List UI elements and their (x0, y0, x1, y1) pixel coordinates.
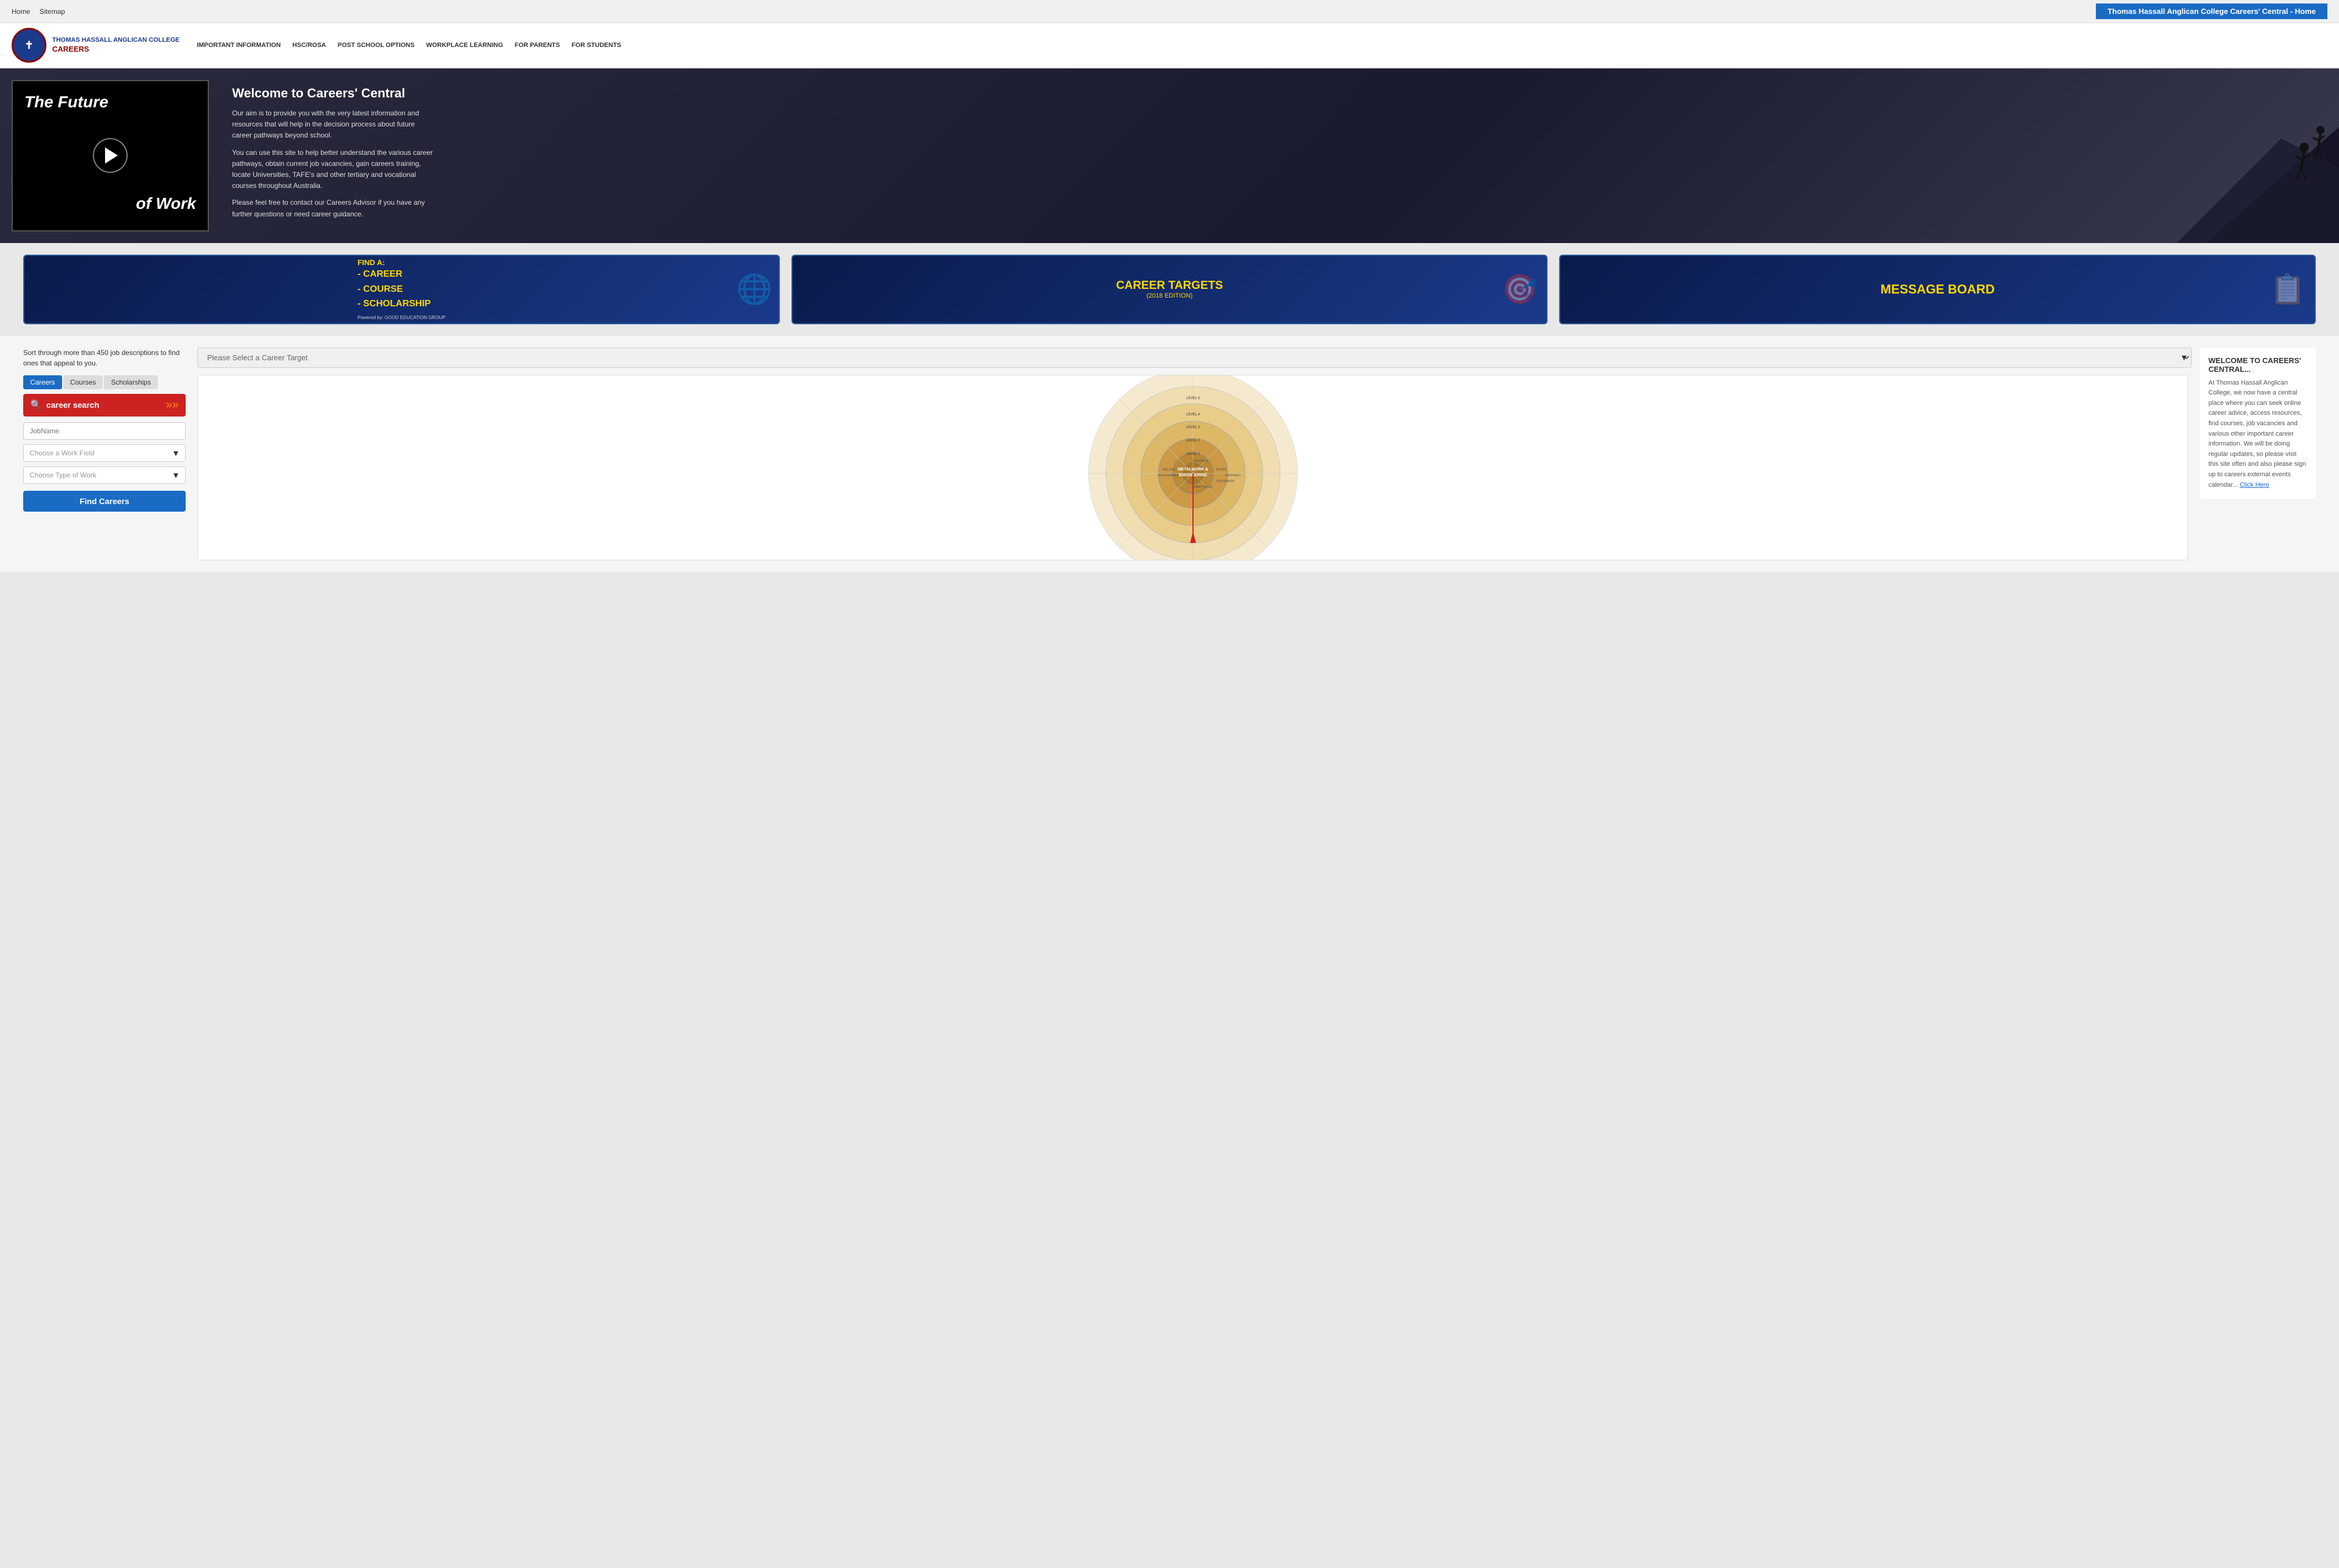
welcome-box-title: WELCOME TO CAREERS' CENTRAL... (2208, 356, 2307, 374)
hero-silhouette (2177, 68, 2339, 243)
hero-banner: The Future of Work Welcome to Careers' C… (0, 68, 2339, 243)
svg-text:BOILERMAKER: BOILERMAKER (1158, 474, 1180, 477)
play-button[interactable] (93, 138, 128, 173)
hero-para1: Our aim is to provide you with the very … (232, 108, 435, 142)
work-field-wrapper: Choose a Work Field ▼ (23, 444, 186, 462)
svg-text:WELDER: WELDER (1163, 468, 1176, 472)
svg-text:TOOLMAKER: TOOLMAKER (1216, 480, 1235, 483)
career-search-panel: Sort through more than 450 job descripti… (23, 347, 186, 560)
find-career-card[interactable]: FIND A: - CAREER - COURSE - SCHOLARSHIP … (23, 255, 780, 324)
hero-content: Welcome to Careers' Central Our aim is t… (220, 68, 453, 243)
find-a-label: FIND A: (357, 258, 445, 267)
page-title: Thomas Hassall Anglican College Careers'… (2096, 3, 2327, 19)
sort-description: Sort through more than 450 job descripti… (23, 347, 186, 368)
video-text1: The Future (24, 93, 109, 111)
welcome-box: WELCOME TO CAREERS' CENTRAL... At Thomas… (2200, 347, 2316, 499)
svg-text:LEVEL 3: LEVEL 3 (1186, 426, 1200, 429)
nav-important-info[interactable]: IMPORTANT INFORMATION (197, 42, 280, 49)
find-careers-button[interactable]: Find Careers (23, 491, 186, 512)
svg-text:ENGINEER: ENGINEER (1193, 459, 1209, 463)
logo-icon: ✝ (12, 28, 46, 63)
feature-cards-section: FIND A: - CAREER - COURSE - SCHOLARSHIP … (0, 243, 2339, 336)
tab-scholarships[interactable]: Scholarships (104, 375, 158, 389)
search-icon: 🔍 (30, 399, 42, 411)
top-nav-links: Home Sitemap (12, 8, 65, 16)
career-targets-panel: Please Select a Career Target ▼ (197, 347, 2188, 560)
svg-text:LEVEL 2: LEVEL 2 (1186, 439, 1200, 443)
careers-label: CAREERS (52, 45, 179, 55)
career-targets-title: CAREER TARGETS (1116, 279, 1223, 292)
click-here-link[interactable]: Click Here (2240, 481, 2269, 488)
nav-for-parents[interactable]: FOR PARENTS (515, 42, 560, 49)
header: ✝ THOMAS HASSALL ANGLICAN COLLEGE CAREER… (0, 23, 2339, 68)
career-targets-subtitle: (2018 EDITION) (1116, 292, 1223, 299)
career-target-select-area: Please Select a Career Target ▼ (197, 347, 2188, 368)
powered-by: Powered by: GOOD EDUCATION GROUP (357, 315, 445, 320)
nav-hsc-rosa[interactable]: HSC/ROSA (292, 42, 326, 49)
nav-workplace[interactable]: WORKPLACE LEARNING (426, 42, 503, 49)
wheel-svg: METALWORK & ENGINEERING LEVEL 1 LEVEL 2 … (1077, 375, 1309, 560)
work-type-wrapper: Choose Type of Work ▼ (23, 466, 186, 484)
main-content: Sort through more than 450 job descripti… (0, 336, 2339, 572)
hero-para3: Please feel free to contact our Careers … (232, 197, 435, 219)
welcome-box-body: At Thomas Hassall Anglican College, we n… (2208, 378, 2307, 491)
search-label: career search (46, 400, 161, 410)
message-board-card[interactable]: MESSAGE BOARD 📋 (1559, 255, 2316, 324)
nav-home[interactable]: Home (12, 8, 30, 16)
tab-courses[interactable]: Courses (63, 375, 103, 389)
search-tabs: Careers Courses Scholarships (23, 375, 186, 389)
main-nav: IMPORTANT INFORMATION HSC/ROSA POST SCHO… (197, 42, 621, 49)
jobname-input[interactable] (23, 422, 186, 440)
svg-text:LEVEL 5: LEVEL 5 (1186, 397, 1200, 400)
nav-for-students[interactable]: FOR STUDENTS (572, 42, 621, 49)
svg-text:MACHINIST: MACHINIST (1225, 474, 1241, 477)
logo-text: THOMAS HASSALL ANGLICAN COLLEGE CAREERS (52, 36, 179, 54)
top-bar: Home Sitemap Thomas Hassall Anglican Col… (0, 0, 2339, 23)
career-target-dropdown[interactable]: Please Select a Career Target (197, 347, 2192, 368)
svg-text:LEVEL 1: LEVEL 1 (1186, 452, 1200, 456)
hero-para2: You can use this site to help better und… (232, 147, 435, 192)
arrows-icon: »» (166, 399, 179, 412)
welcome-title: Welcome to Careers' Central (232, 86, 435, 101)
work-field-select[interactable]: Choose a Work Field (23, 444, 186, 462)
career-targets-card[interactable]: CAREER TARGETS (2018 EDITION) 🎯 (791, 255, 1548, 324)
career-search-button[interactable]: 🔍 career search »» (23, 394, 186, 417)
career-wheel-display: METALWORK & ENGINEERING LEVEL 1 LEVEL 2 … (197, 375, 2188, 560)
svg-text:LEVEL 4: LEVEL 4 (1186, 413, 1200, 417)
logo-area: ✝ THOMAS HASSALL ANGLICAN COLLEGE CAREER… (12, 28, 179, 63)
find-items-list: - CAREER - COURSE - SCHOLARSHIP (357, 267, 445, 312)
work-type-select[interactable]: Choose Type of Work (23, 466, 186, 484)
globe-icon: 🌐 (736, 272, 772, 306)
message-board-title: MESSAGE BOARD (1881, 282, 1995, 297)
svg-text:SHEET METAL: SHEET METAL (1193, 486, 1213, 489)
nav-post-school[interactable]: POST SCHOOL OPTIONS (338, 42, 414, 49)
hero-video[interactable]: The Future of Work (12, 80, 209, 231)
play-icon (105, 147, 118, 164)
tab-careers[interactable]: Careers (23, 375, 62, 389)
welcome-right-panel: WELCOME TO CAREERS' CENTRAL... At Thomas… (2200, 347, 2316, 560)
svg-text:FITTER: FITTER (1216, 468, 1227, 472)
video-text2: of Work (136, 194, 196, 213)
nav-sitemap[interactable]: Sitemap (39, 8, 65, 16)
svg-text:METALWORK &: METALWORK & (1177, 468, 1208, 472)
school-name: THOMAS HASSALL ANGLICAN COLLEGE (52, 36, 179, 44)
